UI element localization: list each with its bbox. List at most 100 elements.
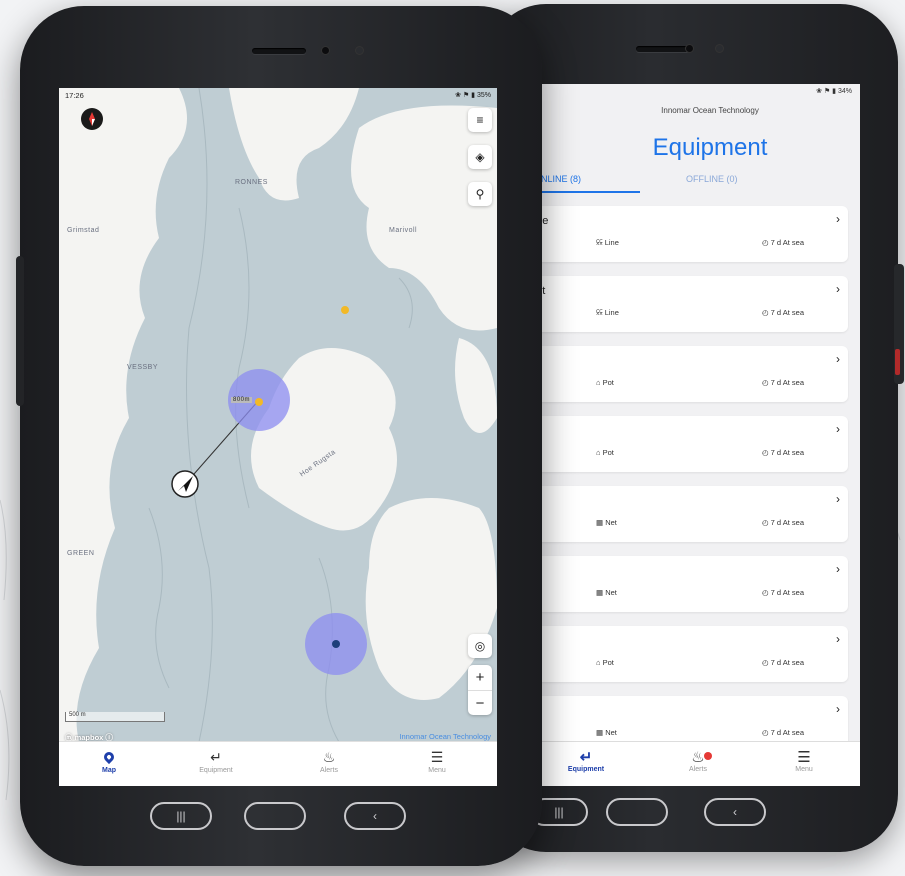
map-place-label: GREEN (67, 550, 95, 557)
pot-icon: ⌂ (596, 378, 601, 387)
chevron-right-icon: › (836, 422, 840, 436)
equipment-time: ◴ 7 d At sea (762, 728, 804, 737)
chevron-right-icon: › (836, 282, 840, 296)
bell-icon: ♨ (322, 749, 336, 765)
equipment-time: ◴ 7 d At sea (762, 518, 804, 527)
sensor-dot (716, 45, 723, 52)
equipment-time: ◴ 7 d At sea (762, 378, 804, 387)
equipment-time: ◴ 7 d At sea (762, 588, 804, 597)
bottom-nav: ↵ Equipment ♨ Alerts ☰ Menu (530, 741, 860, 786)
back-button[interactable]: ‹ (704, 798, 766, 826)
pot-icon: ⌂ (596, 448, 601, 457)
equipment-card[interactable]: › ▦ Net ◴ 7 d At sea (530, 486, 848, 542)
equipment-time: ◴ 7 d At sea (762, 238, 804, 247)
equipment-card[interactable]: ene › ⫁⫁ Line ◴ 7 d At sea (530, 206, 848, 262)
nav-alerts[interactable]: ♨ Alerts (668, 748, 728, 773)
map-place-label: RONNES (235, 179, 268, 186)
crosshair-icon: ◎ (474, 639, 486, 653)
chevron-right-icon: › (836, 492, 840, 506)
nav-menu[interactable]: ☰ Menu (774, 748, 834, 773)
tab-indicator (530, 191, 640, 193)
equipment-type: ▦ Net (596, 588, 617, 597)
net-icon: ▦ (596, 518, 604, 527)
line-icon: ⫁⫁ (596, 308, 603, 317)
hook-icon: ↵ (579, 749, 593, 766)
nav-equipment[interactable]: ↵ Equipment (556, 748, 616, 773)
nav-map[interactable]: Map (69, 749, 149, 774)
bottom-nav: Map ↵ Equipment ♨ Alerts ☰ Menu (59, 741, 497, 786)
chevron-right-icon: › (836, 352, 840, 366)
nav-equipment[interactable]: ↵ Equipment (176, 749, 256, 774)
equipment-type: ⌂ Pot (596, 378, 614, 387)
map-screen: RONNES Grimstad Marivoll VESSBY GREEN Ho… (59, 88, 497, 786)
camera-dot (322, 47, 329, 54)
nav-menu[interactable]: ☰ Menu (397, 749, 477, 774)
equipment-tabs: ONLINE (8) OFFLINE (0) (530, 170, 860, 193)
recenter-button[interactable]: ◎ (468, 634, 492, 658)
camera-dot (686, 45, 693, 52)
hook-icon: ↵ (210, 749, 222, 765)
sensor-dot (356, 47, 363, 54)
equipment-card[interactable]: › ⌂ Pot ◴ 7 d At sea (530, 346, 848, 402)
speaker-grille (252, 48, 306, 54)
zoom-controls: + − (468, 665, 492, 715)
equipment-type: ▦ Net (596, 728, 617, 737)
sliders-icon: ≡ (476, 113, 484, 127)
equipment-time: ◴ 7 d At sea (762, 658, 804, 667)
filter-settings-button[interactable]: ≡ (468, 108, 492, 132)
equipment-type: ⫁⫁ Line (596, 308, 619, 317)
equipment-time: ◴ 7 d At sea (762, 308, 804, 317)
equipment-type: ⌂ Pot (596, 448, 614, 457)
buoy-marker (255, 398, 263, 406)
equipment-card[interactable]: › ⌂ Pot ◴ 7 d At sea (530, 626, 848, 682)
back-button[interactable]: ‹ (344, 802, 406, 830)
layers-icon: ◈ (475, 150, 485, 164)
company-name: Innomar Ocean Technology (661, 106, 759, 115)
zoom-in-button[interactable]: + (468, 665, 492, 690)
equipment-time: ◴ 7 d At sea (762, 448, 804, 457)
net-icon: ▦ (596, 728, 604, 737)
equipment-type: ▦ Net (596, 518, 617, 527)
menu-icon: ☰ (430, 749, 444, 765)
line-icon: ⫁⫁ (596, 238, 603, 247)
map-place-label: Grimstad (67, 227, 100, 234)
status-bar: ❀ ⚑ ▮ 35% (455, 92, 491, 99)
chevron-right-icon: › (836, 212, 840, 226)
equipment-card[interactable]: n › ⌂ Pot ◴ 7 d At sea (530, 416, 848, 472)
location-pin-icon: ⚲ (475, 187, 485, 201)
map-scale: 500 m (65, 712, 165, 722)
map-canvas[interactable] (59, 88, 497, 742)
map-place-label: Marivoll (389, 227, 418, 234)
buoy-marker (341, 306, 349, 314)
map-pin-icon (69, 749, 149, 767)
equipment-card[interactable]: › ▦ Net ◴ 7 d At sea (530, 556, 848, 612)
equipment-card[interactable]: det › ⫁⫁ Line ◴ 7 d At sea (530, 276, 848, 332)
alert-badge (704, 752, 712, 760)
status-time: 17:26 (65, 91, 84, 100)
compass-icon[interactable] (81, 108, 103, 130)
equipment-screen: ❀ ⚑ ▮ 34% Innomar Ocean Technology Equip… (530, 84, 860, 786)
side-bumper (16, 256, 24, 406)
home-button[interactable] (244, 802, 306, 830)
equipment-type: ⌂ Pot (596, 658, 614, 667)
equipment-type: ⫁⫁ Line (596, 238, 619, 247)
home-button[interactable] (606, 798, 668, 826)
speaker-grille (636, 46, 690, 52)
nav-alerts[interactable]: ♨ Alerts (289, 749, 369, 774)
location-pin-button[interactable]: ⚲ (468, 182, 492, 206)
chevron-right-icon: › (836, 702, 840, 716)
net-icon: ▦ (596, 588, 604, 597)
chevron-right-icon: › (836, 562, 840, 576)
red-side-key[interactable] (895, 349, 900, 375)
tab-offline[interactable]: OFFLINE (0) (686, 174, 738, 184)
recent-apps-button[interactable]: ||| (150, 802, 212, 830)
layers-button[interactable]: ◈ (468, 145, 492, 169)
status-bar: ❀ ⚑ ▮ 34% (816, 88, 852, 95)
map-place-label: VESSBY (127, 364, 159, 371)
bell-icon: ♨ (691, 749, 705, 766)
menu-icon: ☰ (797, 749, 811, 766)
distance-label: 800m (231, 397, 253, 403)
buoy-marker (332, 640, 340, 648)
pot-icon: ⌂ (596, 658, 601, 667)
zoom-out-button[interactable]: − (468, 691, 492, 716)
